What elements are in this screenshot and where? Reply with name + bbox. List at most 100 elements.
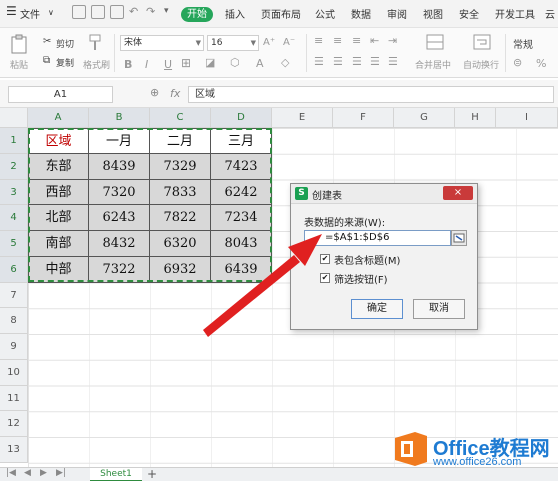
row-header[interactable]: 6 (0, 256, 28, 283)
tab-page-layout[interactable]: 页面布局 (261, 6, 301, 21)
table-cell[interactable]: 8439 (89, 153, 150, 180)
align-right-icon[interactable]: ☰ (352, 55, 362, 68)
table-cell[interactable]: 6242 (211, 179, 272, 206)
row-header[interactable]: 11 (0, 385, 28, 412)
row-header[interactable]: 8 (0, 308, 28, 334)
tab-data[interactable]: 数据 (351, 6, 371, 21)
paste-icon[interactable] (10, 34, 28, 54)
row-header[interactable]: 13 (0, 437, 28, 463)
underline-button[interactable]: U (164, 58, 172, 71)
source-range-input[interactable]: =$A$1:$D$6 (304, 230, 451, 246)
copy-icon[interactable]: ⧉ (43, 55, 50, 66)
justify-icon[interactable]: ☰ (370, 55, 380, 68)
table-cell[interactable]: 南部 (28, 231, 89, 257)
row-header[interactable]: 9 (0, 334, 28, 360)
filter-buttons-checkbox[interactable]: ✔ (320, 273, 330, 283)
distribute-icon[interactable]: ☰ (388, 55, 398, 68)
column-header[interactable]: D (211, 108, 272, 128)
column-header[interactable]: C (150, 108, 211, 128)
row-header[interactable]: 10 (0, 359, 28, 386)
tab-insert[interactable]: 插入 (225, 6, 245, 21)
table-header-cell[interactable]: 三月 (211, 128, 272, 154)
tab-start[interactable]: 开始 (181, 7, 213, 22)
row-header[interactable]: 2 (0, 153, 28, 180)
align-left-icon[interactable]: ☰ (314, 55, 324, 68)
table-cell[interactable]: 西部 (28, 179, 89, 206)
align-bottom-icon[interactable]: ≡ (352, 34, 361, 47)
redo-icon[interactable]: ↷ (146, 5, 155, 18)
select-all-corner[interactable] (0, 108, 28, 128)
table-cell[interactable]: 7822 (150, 205, 211, 231)
merge-cells-icon[interactable] (426, 34, 444, 50)
grow-font-icon[interactable]: A⁺ (263, 37, 275, 48)
has-headers-checkbox[interactable]: ✔ (320, 254, 330, 264)
table-cell[interactable]: 8432 (89, 231, 150, 257)
dialog-titlebar[interactable]: S 创建表 × (291, 184, 477, 204)
name-box[interactable]: A1 (8, 86, 113, 103)
next-sheet-icon[interactable]: ▶ (40, 468, 47, 478)
font-size-select[interactable]: 16 ▼ (207, 35, 259, 51)
prev-sheet-icon[interactable]: ◀ (24, 468, 31, 478)
fill-color-icon[interactable]: ◪ (205, 56, 215, 69)
row-header[interactable]: 12 (0, 411, 28, 437)
chevron-down-icon[interactable]: ∨ (48, 8, 54, 17)
close-button[interactable]: × (443, 186, 473, 200)
font-name-select[interactable]: 宋体 ▼ (120, 35, 204, 51)
save-icon[interactable] (72, 5, 86, 19)
merge-center-button[interactable]: 合并居中 (415, 58, 451, 71)
align-middle-icon[interactable]: ≡ (333, 34, 342, 47)
add-sheet-button[interactable]: + (147, 467, 157, 481)
tab-developer[interactable]: 开发工具 (495, 6, 535, 21)
cut-button[interactable]: 剪切 (56, 37, 74, 50)
sheet-tab-sheet1[interactable]: Sheet1 (90, 468, 142, 481)
column-header[interactable]: I (496, 108, 558, 128)
column-header[interactable]: G (394, 108, 455, 128)
tab-cloud[interactable]: 云 (545, 6, 555, 21)
column-header[interactable]: F (333, 108, 394, 128)
fx-icon[interactable]: fx (170, 87, 180, 100)
tab-view[interactable]: 视图 (423, 6, 443, 21)
tab-review[interactable]: 审阅 (387, 6, 407, 21)
row-header[interactable]: 3 (0, 179, 28, 206)
wrap-text-icon[interactable] (473, 34, 491, 50)
shape-icon[interactable]: ⬡ (230, 56, 240, 69)
align-top-icon[interactable]: ≡ (314, 34, 323, 47)
last-sheet-icon[interactable]: ▶| (56, 468, 66, 478)
column-header[interactable]: B (89, 108, 150, 128)
bold-button[interactable]: B (124, 58, 132, 71)
table-header-cell[interactable]: 一月 (89, 128, 150, 154)
table-cell[interactable]: 6932 (150, 256, 211, 283)
column-header[interactable]: H (455, 108, 496, 128)
row-header[interactable]: 5 (0, 231, 28, 257)
table-cell[interactable]: 7329 (150, 153, 211, 180)
table-cell[interactable]: 7234 (211, 205, 272, 231)
number-format-select[interactable]: 常规 (513, 36, 533, 51)
table-cell[interactable]: 6243 (89, 205, 150, 231)
first-sheet-icon[interactable]: |◀ (6, 468, 16, 478)
row-header[interactable]: 1 (0, 128, 28, 154)
tab-formulas[interactable]: 公式 (315, 6, 335, 21)
table-cell[interactable]: 6439 (211, 256, 272, 283)
formula-input[interactable]: 区域 (188, 86, 554, 103)
table-header-cell[interactable]: 二月 (150, 128, 211, 154)
cancel-button[interactable]: 取消 (413, 299, 465, 319)
copy-button[interactable]: 复制 (56, 56, 74, 69)
table-cell[interactable]: 7423 (211, 153, 272, 180)
table-cell[interactable]: 中部 (28, 256, 89, 283)
print-icon[interactable] (91, 5, 105, 19)
indent-left-icon[interactable]: ⇤ (370, 34, 379, 47)
table-cell[interactable]: 6320 (150, 231, 211, 257)
borders-icon[interactable]: ⊞ (181, 56, 191, 70)
percent-button[interactable]: % (536, 57, 546, 70)
undo-icon[interactable]: ↶ (129, 5, 138, 18)
ok-button[interactable]: 确定 (351, 299, 403, 319)
wrap-text-button[interactable]: 自动换行 (463, 58, 499, 71)
format-painter-icon[interactable] (88, 34, 102, 52)
table-cell[interactable]: 7833 (150, 179, 211, 206)
range-picker-button[interactable] (451, 230, 467, 246)
column-header[interactable]: E (272, 108, 333, 128)
table-cell[interactable]: 7320 (89, 179, 150, 206)
align-center-icon[interactable]: ☰ (333, 55, 343, 68)
hamburger-icon[interactable]: ☰ (6, 4, 17, 18)
print-preview-icon[interactable] (110, 5, 124, 19)
